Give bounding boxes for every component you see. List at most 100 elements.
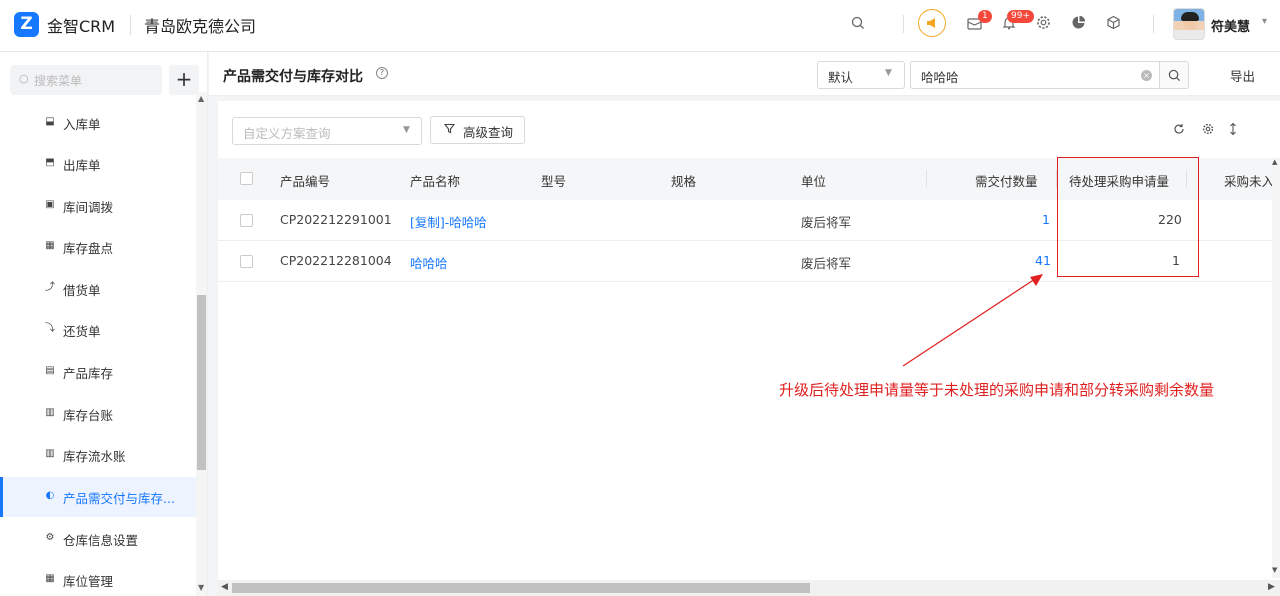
menu-search-placeholder: 搜索菜单 <box>34 74 83 88</box>
sidebar-item-label: 仓库信息设置 <box>63 533 139 548</box>
scroll-down-icon[interactable]: ▼ <box>198 583 204 592</box>
sidebar-item-outbound[interactable]: ⬒ 出库单 <box>0 144 196 184</box>
sidebar-item-label: 库存盘点 <box>63 241 114 256</box>
page-title: 产品需交付与库存对比 <box>223 69 363 85</box>
deliver-qty-cell[interactable]: 41 <box>1035 253 1051 268</box>
ledger-icon: ▥ <box>45 407 55 418</box>
scroll-up-icon[interactable]: ▲ <box>198 94 204 103</box>
column-header[interactable]: 规格 <box>671 171 696 190</box>
brand-name[interactable]: 金智CRM <box>47 13 115 37</box>
column-header[interactable]: 产品编号 <box>280 171 330 190</box>
sidebar-item-label: 出库单 <box>63 158 101 173</box>
annotation-note: 升级后待处理申请量等于未处理的采购申请和部分转采购剩余数量 <box>779 381 1215 399</box>
scroll-up-icon[interactable]: ▲ <box>1272 158 1277 166</box>
scheme-placeholder: 自定义方案查询 <box>243 126 331 141</box>
deliver-qty-cell[interactable]: 1 <box>1042 212 1050 227</box>
column-header[interactable]: 型号 <box>541 171 566 190</box>
product-name-link[interactable]: [复制]-哈哈哈 <box>410 212 487 231</box>
scrollbar-thumb[interactable] <box>197 295 206 470</box>
scrollbar-thumb[interactable] <box>232 583 810 593</box>
sidebar-item-ledger[interactable]: ▥ 库存台账 <box>0 394 196 434</box>
sidebar-item-product-stock[interactable]: ▤ 产品库存 <box>0 352 196 392</box>
settings-icon[interactable] <box>1202 123 1214 138</box>
highlight-box <box>1057 157 1199 277</box>
add-menu-button[interactable]: + <box>169 65 199 95</box>
sidebar-item-journal[interactable]: ▥ 库存流水账 <box>0 435 196 475</box>
sidebar-item-label: 还货单 <box>63 324 101 339</box>
user-name[interactable]: 符美慧 <box>1211 16 1250 35</box>
help-icon[interactable]: ? <box>376 67 388 79</box>
scroll-down-icon[interactable]: ▼ <box>1272 566 1277 574</box>
message-badge: 1 <box>978 10 992 23</box>
filter-icon <box>443 123 456 137</box>
sidebar-item-return[interactable]: ⤵ 还货单 <box>0 310 196 350</box>
export-button[interactable]: 导出 <box>1230 66 1255 85</box>
brand-divider <box>130 15 131 35</box>
chevron-down-icon: ▼ <box>403 125 410 135</box>
gear-icon[interactable] <box>1033 15 1053 35</box>
table-vertical-scrollbar[interactable]: ▲ ▼ <box>1272 158 1280 578</box>
transfer-icon: ▣ <box>45 199 55 210</box>
sidebar-item-inbound[interactable]: ⬓ 入库单 <box>0 103 196 143</box>
sidebar: ○ 搜索菜单 + ⬓ 入库单 ⬒ 出库单 ▣ 库间调拨 ▦ 库存盘点 ⤴ 借货单… <box>0 52 208 596</box>
sidebar-item-label: 产品需交付与库存... <box>63 491 175 506</box>
menu-search-input[interactable]: ○ 搜索菜单 <box>10 65 162 95</box>
notification-badge: 99+ <box>1007 10 1034 23</box>
scheme-select[interactable]: 自定义方案查询 ▼ <box>232 117 422 145</box>
outbound-icon: ⬒ <box>45 157 55 168</box>
sidebar-item-transfer[interactable]: ▣ 库间调拨 <box>0 186 196 226</box>
search-button[interactable] <box>1159 61 1189 89</box>
unit-cell: 废后将军 <box>801 215 852 230</box>
product-code-cell: CP202212291001 <box>280 212 392 227</box>
product-name-link[interactable]: 哈哈哈 <box>410 253 448 272</box>
sidebar-item-label: 库位管理 <box>63 574 114 589</box>
sidebar-item-label: 产品库存 <box>63 366 114 381</box>
search-value: 哈哈哈 <box>921 70 959 85</box>
column-header[interactable]: 需交付数量 <box>975 171 1038 190</box>
view-select[interactable]: 默认 ▼ <box>817 61 905 89</box>
scroll-right-icon[interactable]: ▶ <box>1268 582 1275 592</box>
half-circle-icon: ◐ <box>45 490 55 501</box>
unit-cell: 废后将军 <box>801 256 852 271</box>
pie-chart-icon[interactable] <box>1068 15 1088 35</box>
sidebar-item-label: 借货单 <box>63 283 101 298</box>
borrow-icon: ⤴ <box>45 282 55 293</box>
product-stock-icon: ▤ <box>45 365 55 376</box>
scroll-left-icon[interactable]: ◀ <box>221 582 228 592</box>
sidebar-item-location[interactable]: ▦ 库位管理 <box>0 560 196 596</box>
chevron-down-icon[interactable]: ▾ <box>1262 16 1267 27</box>
search-icon[interactable] <box>848 15 868 35</box>
sidebar-scrollbar[interactable]: ▲ ▼ <box>196 92 207 596</box>
column-header[interactable]: 采购未入 <box>1224 171 1274 190</box>
cube-icon[interactable] <box>1103 15 1123 35</box>
view-select-value: 默认 <box>828 70 854 85</box>
sidebar-item-borrow[interactable]: ⤴ 借货单 <box>0 269 196 309</box>
row-checkbox[interactable] <box>240 255 253 268</box>
return-icon: ⤵ <box>45 323 55 334</box>
row-checkbox[interactable] <box>240 214 253 227</box>
company-name[interactable]: 青岛欧克德公司 <box>144 13 256 37</box>
clear-icon[interactable]: × <box>1141 70 1152 81</box>
column-header[interactable]: 产品名称 <box>410 171 460 190</box>
sidebar-item-delivery-vs-stock[interactable]: ◐ 产品需交付与库存... <box>0 477 196 517</box>
sidebar-item-inventory-check[interactable]: ▦ 库存盘点 <box>0 227 196 267</box>
sidebar-item-label: 入库单 <box>63 117 101 132</box>
advanced-query-button[interactable]: 高级查询 <box>430 116 525 144</box>
search-input[interactable]: 哈哈哈 × <box>910 61 1160 89</box>
sidebar-item-label: 库存流水账 <box>63 449 126 464</box>
column-divider <box>926 170 927 188</box>
avatar[interactable] <box>1173 8 1205 40</box>
top-header: Z 金智CRM 青岛欧克德公司 1 99+ 符美慧 ▾ <box>0 0 1280 52</box>
journal-icon: ▥ <box>45 448 55 459</box>
column-height-icon[interactable] <box>1229 122 1237 138</box>
chevron-down-icon: ▼ <box>885 68 892 78</box>
column-header[interactable]: 单位 <box>801 171 826 190</box>
sidebar-item-warehouse-settings[interactable]: ⚙ 仓库信息设置 <box>0 519 196 559</box>
inventory-check-icon: ▦ <box>45 240 55 251</box>
select-all-checkbox[interactable] <box>240 172 253 185</box>
table-horizontal-scrollbar[interactable]: ◀ ▶ <box>218 580 1280 596</box>
announcement-icon[interactable] <box>918 9 946 37</box>
refresh-icon[interactable] <box>1173 123 1185 138</box>
app-logo[interactable]: Z <box>14 12 39 37</box>
advanced-query-label: 高级查询 <box>463 125 514 140</box>
